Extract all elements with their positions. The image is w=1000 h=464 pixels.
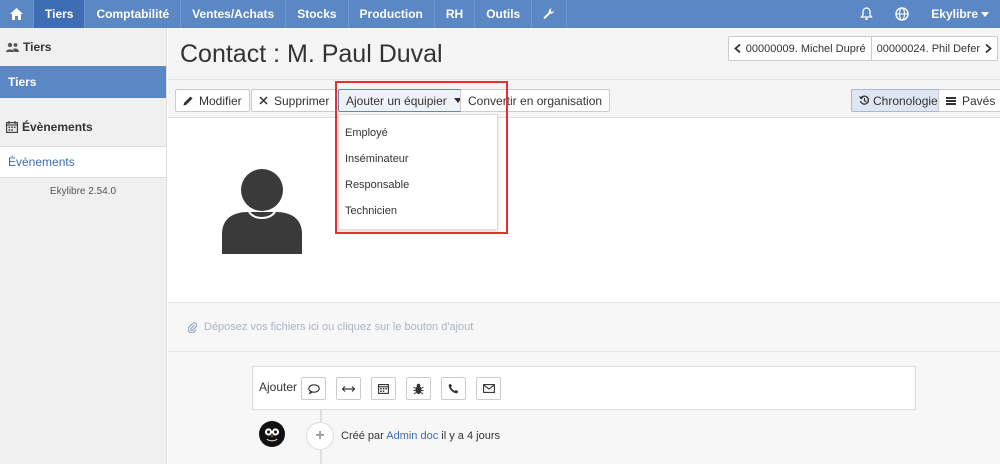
convert-organization-button[interactable]: Convertir en organisation: [460, 89, 611, 112]
edit-label: Modifier: [199, 93, 242, 108]
calendar-icon: [6, 121, 18, 133]
history-icon: [859, 95, 870, 106]
menu-item-responsable[interactable]: Responsable: [339, 172, 497, 198]
arrows-horizontal-icon: [342, 385, 355, 392]
sidebar-section-label: Évènements: [22, 120, 93, 134]
wrench-icon: [543, 8, 555, 19]
tiles-label: Pavés: [962, 93, 996, 108]
users-icon: [6, 42, 19, 52]
list-icon: [946, 96, 956, 105]
nav-rh[interactable]: RH: [435, 0, 476, 28]
nav-stocks[interactable]: Stocks: [286, 0, 349, 28]
add-equipment-label: Ajouter un équipier: [346, 93, 447, 108]
menu-item-technicien[interactable]: Technicien: [339, 198, 497, 224]
add-equipment-dropdown-button[interactable]: Ajouter un équipier: [338, 89, 470, 112]
menu-item-employe[interactable]: Employé: [339, 120, 497, 146]
page-title: Contact : M. Paul Duval: [180, 40, 443, 68]
chevron-left-icon: [733, 44, 741, 53]
nav-ventes-achats[interactable]: Ventes/Achats: [181, 0, 287, 28]
edit-button[interactable]: Modifier: [175, 89, 250, 112]
add-equipment-menu: Employé Inséminateur Responsable Technic…: [338, 114, 498, 230]
created-entry: Créé par Admin doc il y a 4 jours: [341, 430, 500, 442]
author-avatar: [259, 421, 285, 447]
record-pager: 00000009. Michel Dupré 00000024. Phil De…: [727, 36, 998, 61]
close-icon: [259, 96, 268, 105]
calendar-icon: [378, 384, 389, 394]
sidebar-section-tiers: Tiers: [0, 28, 166, 66]
action-toolbar: Modifier Supprimer Ajouter un équipier C…: [168, 80, 1000, 118]
delete-button[interactable]: Supprimer: [251, 89, 338, 112]
comment-icon: [307, 383, 320, 394]
timeline-section: Ajouter + Créé par Admin doc il y a 4 jo…: [168, 352, 1000, 464]
title-bar: Contact : M. Paul Duval 00000009. Michel…: [168, 28, 1000, 80]
pencil-icon: [183, 96, 193, 106]
drop-zone-text: Déposez vos fichiers ici ou cliquez sur …: [204, 321, 474, 333]
home-button[interactable]: [0, 0, 34, 28]
nav-outils[interactable]: Outils: [475, 0, 533, 28]
add-issue-button[interactable]: [406, 377, 431, 400]
created-prefix: Créé par: [341, 430, 384, 442]
bug-icon: [413, 383, 424, 394]
nav-tiers[interactable]: Tiers: [34, 0, 86, 28]
author-link[interactable]: Admin doc: [386, 430, 438, 442]
plus-icon: +: [306, 422, 334, 450]
created-time: il y a 4 jours: [441, 430, 500, 442]
user-icon: [222, 169, 302, 254]
convert-label: Convertir en organisation: [468, 93, 603, 108]
bell-icon: [860, 7, 874, 21]
tiles-view-button[interactable]: Pavés: [938, 89, 1000, 112]
add-link-button[interactable]: [336, 377, 361, 400]
add-email-button[interactable]: [476, 377, 501, 400]
next-record-label: 00000024. Phil Defer: [876, 42, 980, 55]
top-navbar: Tiers Comptabilité Ventes/Achats Stocks …: [0, 0, 1000, 28]
add-comment-button[interactable]: [301, 377, 326, 400]
menu-item-inseminateur[interactable]: Inséminateur: [339, 146, 497, 172]
sidebar-item-tiers[interactable]: Tiers: [0, 66, 166, 98]
prev-record-button[interactable]: 00000009. Michel Dupré: [729, 37, 871, 60]
sidebar-section-evenements: Évènements: [0, 108, 166, 146]
language-button[interactable]: [884, 0, 920, 28]
contact-avatar: [222, 168, 302, 257]
add-event-label: Ajouter: [259, 380, 298, 394]
add-event-button[interactable]: [371, 377, 396, 400]
globe-icon: [895, 7, 909, 21]
sidebar: Tiers Tiers Évènements Évènements Ekylib…: [0, 28, 167, 464]
add-event-bar: Ajouter: [252, 366, 916, 410]
owl-icon: [264, 428, 280, 442]
paperclip-icon: [188, 321, 197, 333]
phone-icon: [448, 383, 459, 394]
app-version: Ekylibre 2.54.0: [49, 186, 117, 197]
delete-label: Supprimer: [274, 93, 330, 108]
add-call-button[interactable]: [441, 377, 466, 400]
file-drop-zone[interactable]: Déposez vos fichiers ici ou cliquez sur …: [168, 302, 1000, 352]
nav-production[interactable]: Production: [349, 0, 435, 28]
sidebar-section-label: Tiers: [23, 40, 52, 54]
user-name: Ekylibre: [931, 7, 978, 21]
user-menu[interactable]: Ekylibre: [920, 0, 1000, 28]
prev-record-label: 00000009. Michel Dupré: [745, 42, 866, 55]
sidebar-item-evenements[interactable]: Évènements: [0, 146, 166, 178]
envelope-icon: [482, 384, 495, 393]
timeline-label: Chronologie: [873, 93, 938, 108]
nav-comptabilite[interactable]: Comptabilité: [85, 0, 182, 28]
caret-down-icon: [981, 11, 989, 17]
next-record-button[interactable]: 00000024. Phil Defer: [870, 37, 997, 60]
main-content: Contact : M. Paul Duval 00000009. Michel…: [168, 28, 1000, 464]
settings-button[interactable]: [532, 0, 568, 28]
timeline-view-button[interactable]: Chronologie: [851, 89, 946, 112]
notifications-button[interactable]: [849, 0, 884, 28]
home-icon: [10, 8, 23, 20]
chevron-right-icon: [985, 44, 992, 53]
